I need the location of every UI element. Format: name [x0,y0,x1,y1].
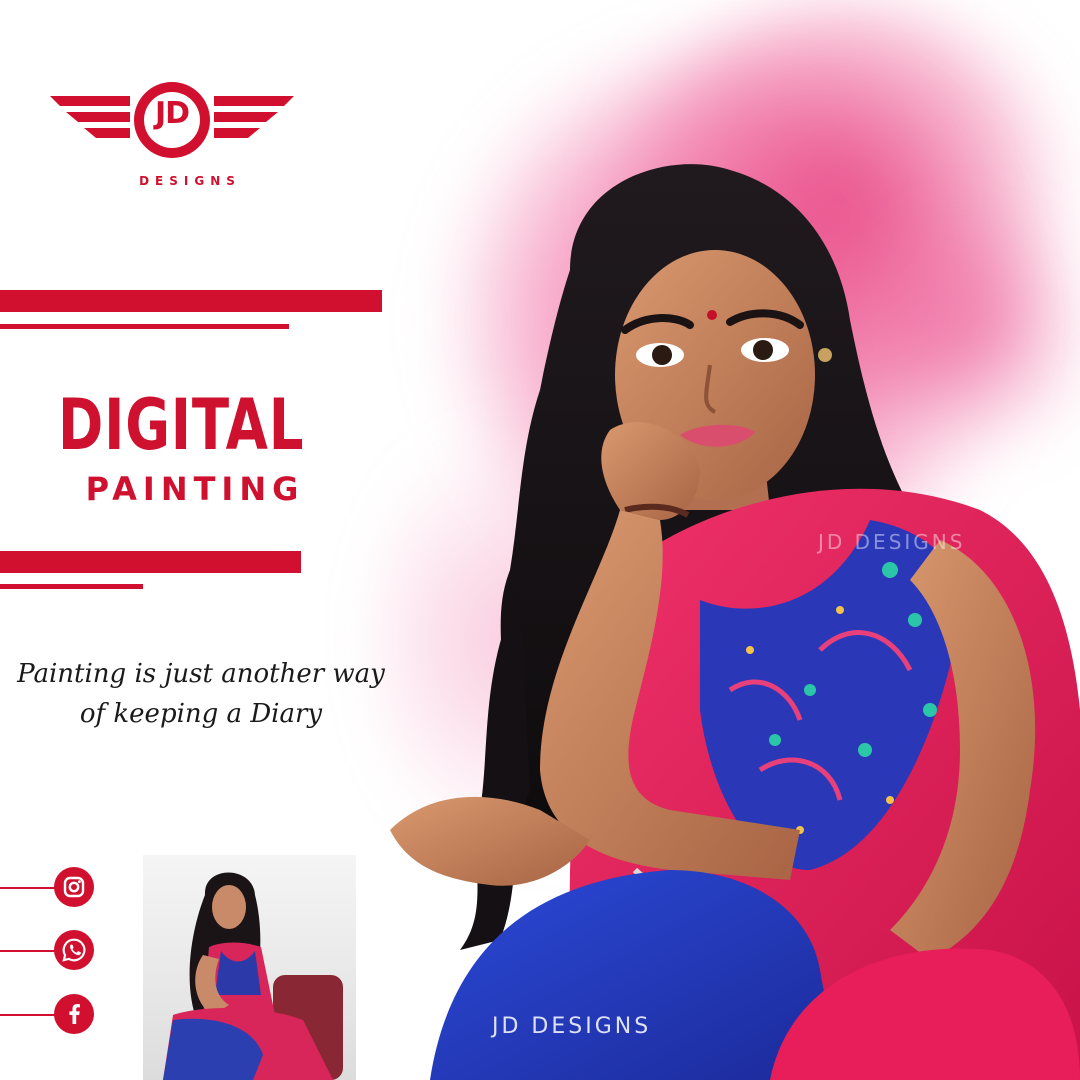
social-connector-line [0,950,55,952]
poster-canvas: JD DESIGNS DIGITAL PAINTING Painting is … [0,0,1080,1080]
decorative-bar [0,290,382,312]
instagram-icon[interactable] [54,867,94,907]
headline-digital: DIGITAL [58,384,305,466]
quote-text: Painting is just another way of keeping … [10,654,392,734]
headline-painting: PAINTING [85,470,305,508]
watermark: JD DESIGNS [492,1014,652,1039]
watermark-faint: JD DESIGNS [818,530,966,554]
reference-photo [143,855,356,1080]
decorative-bar [0,551,301,573]
social-connector-line [0,887,55,889]
digital-painting-portrait [370,150,1080,1080]
decorative-bar [0,324,289,329]
brand-logo: JD DESIGNS [48,78,296,193]
quote-line-1: Painting is just another way [17,659,385,689]
social-connector-line [0,1014,55,1016]
logo-subtext: DESIGNS [139,174,241,188]
whatsapp-icon[interactable] [54,930,94,970]
facebook-icon[interactable] [54,994,94,1034]
decorative-bar [0,584,143,589]
logo-letters: JD [154,96,190,131]
quote-line-2: of keeping a Diary [79,699,323,729]
